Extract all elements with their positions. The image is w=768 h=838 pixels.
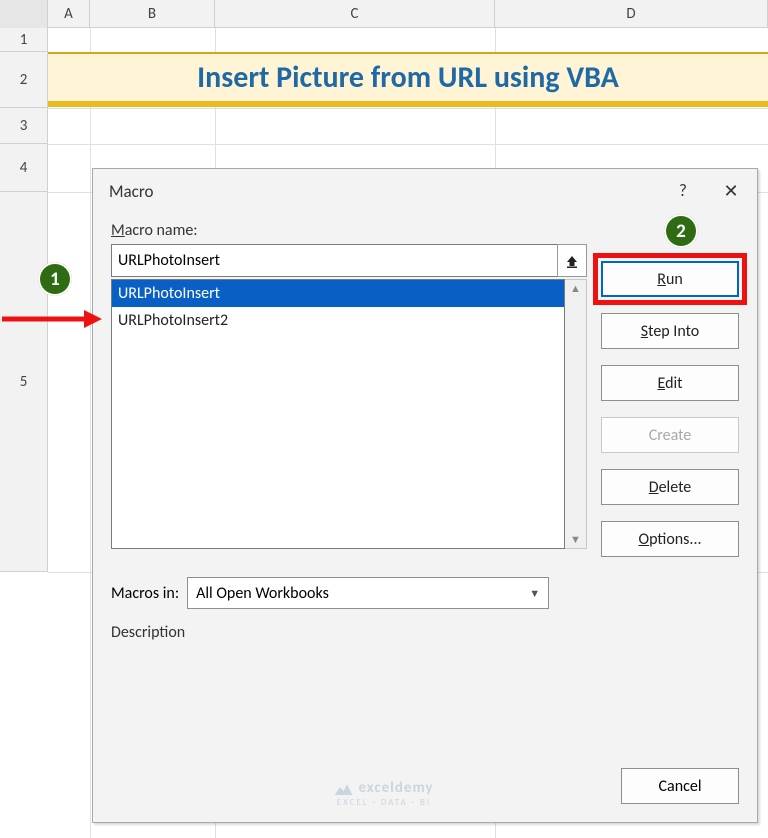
row-header-3[interactable]: 3 [0, 108, 48, 144]
create-button: Create [601, 417, 739, 453]
macro-name-collapse-button[interactable] [557, 244, 587, 277]
delete-button[interactable]: Delete [601, 469, 739, 505]
col-header-c[interactable]: C [215, 0, 495, 28]
row-header-2[interactable]: 2 [0, 52, 48, 108]
macro-list-scrollbar[interactable]: ▲ ▼ [565, 279, 587, 549]
col-header-b[interactable]: B [90, 0, 215, 28]
macro-dialog: Macro ? ✕ Macro name: URLPhotoInsert URL… [92, 168, 758, 823]
macro-name-label: Macro name: [111, 221, 739, 240]
macros-in-label: Macros in: [111, 584, 179, 603]
step-into-button[interactable]: Step Into [601, 313, 739, 349]
run-highlight-annotation: Run [593, 253, 747, 305]
dialog-title: Macro [109, 181, 669, 202]
callout-badge-1: 1 [38, 262, 72, 296]
options-button[interactable]: Options... [601, 521, 739, 557]
row-headers: 1 2 3 4 5 [0, 28, 48, 572]
arrow-up-icon [565, 254, 579, 268]
scroll-up-icon: ▲ [570, 282, 581, 295]
select-all-corner[interactable] [0, 0, 48, 28]
dialog-titlebar[interactable]: Macro ? ✕ [93, 169, 757, 205]
row-header-4[interactable]: 4 [0, 144, 48, 192]
scroll-down-icon: ▼ [570, 533, 581, 546]
page-title: Insert Picture from URL using VBA [48, 52, 768, 107]
watermark: exceldemy EXCEL · DATA · BI [0, 779, 768, 808]
macro-name-input[interactable] [111, 244, 557, 277]
col-header-d[interactable]: D [495, 0, 768, 28]
chevron-down-icon: ▼ [529, 587, 540, 600]
edit-button[interactable]: Edit [601, 365, 739, 401]
list-item[interactable]: URLPhotoInsert2 [112, 307, 564, 334]
help-button[interactable]: ? [669, 177, 697, 205]
list-item[interactable]: URLPhotoInsert [112, 280, 564, 307]
row-header-5[interactable]: 5 [0, 192, 48, 572]
col-header-a[interactable]: A [48, 0, 90, 28]
macros-in-value: All Open Workbooks [196, 584, 329, 603]
description-label: Description [111, 623, 591, 642]
dialog-button-column: Run Step Into Edit Create Delete Options… [601, 261, 739, 557]
macro-list[interactable]: URLPhotoInsert URLPhotoInsert2 [111, 279, 565, 549]
column-headers: A B C D [0, 0, 768, 28]
macros-in-select[interactable]: All Open Workbooks ▼ [187, 577, 549, 609]
watermark-icon [334, 781, 352, 795]
callout-badge-2: 2 [664, 214, 698, 248]
arrow-annotation [2, 310, 102, 328]
run-button[interactable]: Run [601, 261, 739, 297]
close-button[interactable]: ✕ [709, 177, 753, 205]
row-header-1[interactable]: 1 [0, 28, 48, 52]
